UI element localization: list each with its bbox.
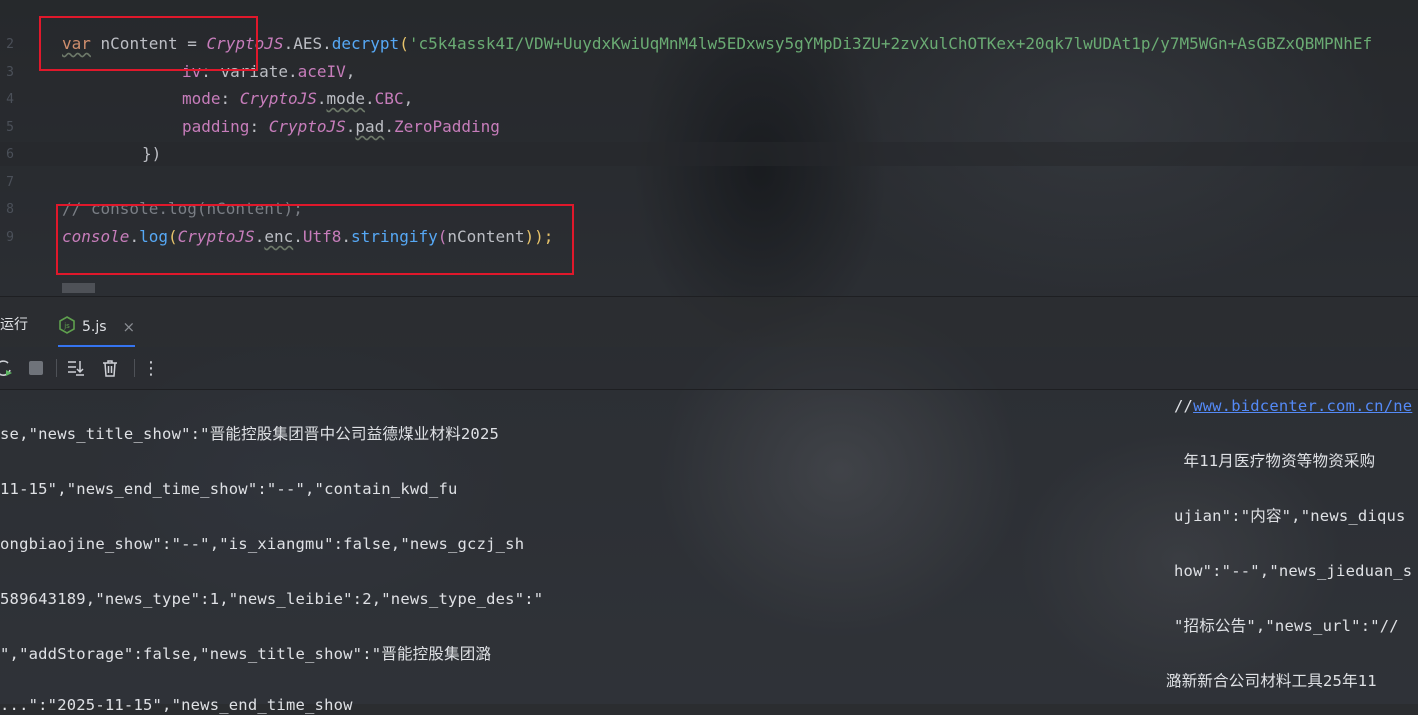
close-icon[interactable]: × (123, 318, 136, 336)
stop-icon[interactable] (26, 358, 46, 378)
current-line-highlight (0, 142, 1418, 166)
console-line: 潞新新合公司材料工具25年11 (1166, 672, 1377, 690)
console-line: se,"news_title_show":"晋能控股集团晋中公司益德煤业材料20… (0, 425, 500, 443)
console-line: ","addStorage":false,"news_title_show":"… (0, 645, 492, 663)
console-line: ujian":"内容","news_diqus (1174, 507, 1406, 525)
line-number: 4 (6, 92, 14, 107)
line-number: 5 (6, 120, 14, 135)
line-number: 8 (6, 202, 14, 217)
console-url-link[interactable]: www.bidcenter.com.cn/ne (1193, 397, 1412, 415)
run-toolbar: ⋮ (0, 347, 1418, 390)
code-editor[interactable]: 2 3 4 5 6 7 8 9 var nContent = CryptoJS.… (0, 0, 1418, 296)
text-caret-block (62, 283, 95, 293)
line-number: 7 (6, 175, 14, 190)
code-line-mode[interactable]: mode: CryptoJS.mode.CBC, (182, 89, 413, 109)
line-number: 6 (6, 147, 14, 162)
more-options-icon[interactable]: ⋮ (141, 358, 161, 379)
annotation-box-console-log (56, 204, 574, 275)
console-line: "招标公告","news_url":"// (1174, 617, 1399, 635)
console-line: ...":"2025-11-15","news_end_time_show (0, 696, 353, 714)
line-number: 2 (6, 37, 14, 52)
trash-icon[interactable] (100, 358, 120, 378)
console-line: 589643189,"news_type":1,"news_leibie":2,… (0, 590, 544, 608)
toolbar-divider (134, 359, 135, 377)
tab-label: 5.js (82, 319, 107, 335)
code-line-padding[interactable]: padding: CryptoJS.pad.ZeroPadding (182, 117, 500, 137)
tab-5-js[interactable]: js 5.js × (58, 309, 136, 347)
console-line: 11-15","news_end_time_show":"--","contai… (0, 480, 458, 498)
run-tool-window-header: 运行 js 5.js × (0, 296, 1418, 347)
line-number: 3 (6, 65, 14, 80)
console-line: how":"--","news_jieduan_s (1174, 562, 1413, 580)
rerun-icon[interactable] (0, 358, 14, 378)
toolbar-divider (56, 359, 57, 377)
console-line: ongbiaojine_show":"--","is_xiangmu":fals… (0, 535, 525, 553)
scroll-to-end-icon[interactable] (66, 358, 86, 378)
run-panel-title: 运行 (0, 317, 28, 333)
console-link-line: //www.bidcenter.com.cn/ne (1174, 397, 1413, 415)
code-line-close[interactable]: }) (142, 144, 161, 164)
svg-text:js: js (63, 322, 70, 330)
console-line: 年11月医疗物资等物资采购 (1174, 452, 1376, 470)
annotation-box-decrypt (39, 16, 258, 71)
nodejs-icon: js (58, 316, 76, 338)
line-number: 9 (6, 230, 14, 245)
code-line-decrypt[interactable]: var nContent = CryptoJS.AES.decrypt('c5k… (62, 34, 1372, 54)
